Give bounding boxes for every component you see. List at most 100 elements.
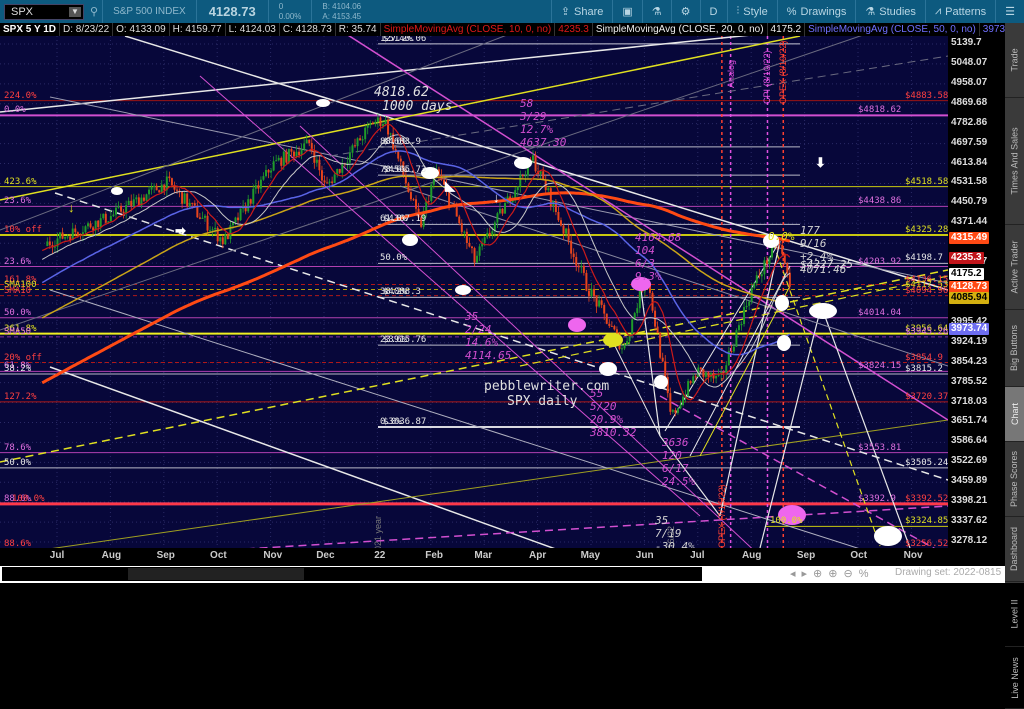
- candle-body: [292, 151, 295, 157]
- candle-body: [743, 307, 746, 325]
- side-tab-level-ii[interactable]: Level II: [1005, 582, 1024, 647]
- arrow-down-icon: ↓: [68, 200, 75, 215]
- patterns-button[interactable]: ⩘ Patterns: [924, 0, 995, 23]
- level-label-left: 23.6%: [4, 196, 32, 207]
- bottom-bar: ◂▸⊕⊕⊖% Drawing set: 2022-0815: [0, 564, 1005, 583]
- style-icon: ⫶: [736, 5, 740, 17]
- candle-body: [692, 376, 695, 384]
- trendline: [249, 505, 948, 548]
- candle-body: [181, 191, 184, 204]
- menu-button[interactable]: ☰: [995, 0, 1024, 23]
- sma20-label[interactable]: SimpleMovingAvg (CLOSE, 20, 0, no): [593, 23, 768, 36]
- candle-body: [486, 232, 489, 238]
- studies-button[interactable]: ⚗ Studies: [855, 0, 925, 23]
- level-label-right: $4367.19: [383, 214, 427, 225]
- candle-body: [201, 217, 204, 219]
- level-label-left: SMA50: [4, 326, 32, 337]
- drawings-button[interactable]: % Drawings: [776, 0, 856, 23]
- side-tab-phase-scores[interactable]: Phase Scores: [1005, 442, 1024, 517]
- chart-nav-icons[interactable]: ◂▸⊕⊕⊖%: [790, 567, 874, 580]
- price-tick: 5048.07: [951, 56, 988, 68]
- side-tab-active-trader[interactable]: Active Trader: [1005, 225, 1024, 310]
- timeframe-button[interactable]: D: [699, 0, 727, 23]
- candle-body: [74, 228, 77, 233]
- trendline: [719, 240, 781, 517]
- candle-body: [387, 119, 390, 135]
- side-tab-trade[interactable]: Trade: [1005, 23, 1024, 98]
- price-chart[interactable]: ↓ ➡ ↓ ◣ ⬇ 127.2% $5140.06 224.0% $4883.58 0.0% $4…: [0, 36, 948, 548]
- candle-body: [498, 208, 501, 214]
- alert-button[interactable]: ▣: [612, 0, 641, 23]
- candle-body: [631, 319, 634, 335]
- chart-annotation: 35 2/24 14.6% 4114.65: [465, 310, 512, 362]
- candle-body: [170, 178, 173, 186]
- candle-body: [707, 372, 710, 377]
- level-label-left: 0.0%: [4, 105, 26, 116]
- style-button[interactable]: ⫶ Style: [726, 0, 777, 23]
- divider: [195, 0, 197, 23]
- candle-body: [788, 272, 791, 287]
- candle-body: [460, 223, 463, 232]
- chart-annotation: 4164.68 104 6/3 9.3%: [635, 231, 682, 283]
- candle-body: [389, 133, 392, 135]
- candle-body: [687, 381, 690, 397]
- candle-body: [87, 223, 90, 227]
- side-tab-label: Dashboard: [1009, 526, 1020, 572]
- side-tab-dashboard[interactable]: Dashboard: [1005, 517, 1024, 582]
- level-label-right: $4203.92: [858, 256, 902, 267]
- candle-body: [267, 169, 270, 173]
- side-tab-big-buttons[interactable]: Big Buttons: [1005, 310, 1024, 387]
- settings-button[interactable]: ⚙: [670, 0, 700, 23]
- chart-annotation: $4227.25: [800, 258, 853, 271]
- sma50-label[interactable]: SimpleMovingAvg (CLOSE, 50, 0, no): [805, 23, 980, 36]
- chart-canvas[interactable]: ↓ ➡ ↓ ◣ ⬇: [0, 36, 948, 548]
- chevron-down-icon[interactable]: ▼: [69, 6, 81, 17]
- style-label: Style: [743, 5, 768, 18]
- candle-body: [603, 304, 606, 314]
- candle-body: [595, 296, 598, 307]
- side-tab-times-and-sales[interactable]: Times And Sales: [1005, 98, 1024, 225]
- scrollbar-thumb[interactable]: [128, 568, 304, 580]
- time-axis[interactable]: Jul Aug Sep Oct Nov Dec 22 Feb Mar Apr May Jun Jul Au…: [0, 548, 948, 564]
- candle-body: [374, 121, 377, 125]
- white-pivot-marker: [514, 157, 532, 169]
- horizontal-scrollbar[interactable]: [2, 567, 702, 581]
- chart-annotation: 55 5/20 20.9% 3810.32: [590, 387, 637, 439]
- candle-body: [582, 265, 585, 273]
- pct-change: 0.00%: [278, 11, 302, 21]
- candle-body: [430, 184, 433, 201]
- alert-icon: ▣: [622, 6, 633, 18]
- candle-body: [239, 208, 242, 221]
- link-icon[interactable]: ⚲: [90, 5, 98, 18]
- sma10-label[interactable]: SimpleMovingAvg (CLOSE, 10, 0, no): [381, 23, 556, 36]
- candle-body: [247, 199, 250, 212]
- candle-body: [305, 139, 308, 144]
- price-axis[interactable]: 5139.7 5048.07 4958.07 4869.68 4782.86 4697.5…: [948, 36, 1005, 548]
- candle-body: [112, 214, 115, 217]
- chart-annotation: 1000 days: [382, 99, 453, 114]
- candle-body: [740, 324, 743, 326]
- level-label-right: $3945.26: [905, 326, 948, 337]
- flask-button[interactable]: ⚗: [641, 0, 671, 23]
- candle-body: [557, 212, 560, 221]
- side-tab-chart[interactable]: Chart: [1005, 387, 1024, 442]
- candle-body: [186, 193, 189, 207]
- net-change: 0: [278, 1, 284, 11]
- candle-body: [682, 396, 685, 406]
- candle-body: [671, 410, 674, 412]
- side-tab-live-news[interactable]: Live News: [1005, 647, 1024, 709]
- candle-body: [48, 241, 51, 246]
- gear-icon: ⚙: [680, 6, 691, 18]
- share-button[interactable]: ⇪ Share: [550, 0, 613, 23]
- candle-body: [587, 290, 590, 297]
- candle-body: [89, 223, 92, 228]
- level-label-right: $3505.24: [905, 457, 948, 468]
- time-tick: Jul: [49, 550, 65, 561]
- bar-close: C: 4128.73: [280, 23, 336, 36]
- candle-body: [282, 151, 285, 166]
- candle-body: [117, 205, 120, 208]
- time-tick: Nov: [903, 550, 923, 561]
- symbol-input[interactable]: SPX ▼: [4, 3, 84, 20]
- triangle-icon: ◣: [444, 178, 456, 193]
- drawing-set-label[interactable]: Drawing set: 2022-0815: [895, 567, 1001, 578]
